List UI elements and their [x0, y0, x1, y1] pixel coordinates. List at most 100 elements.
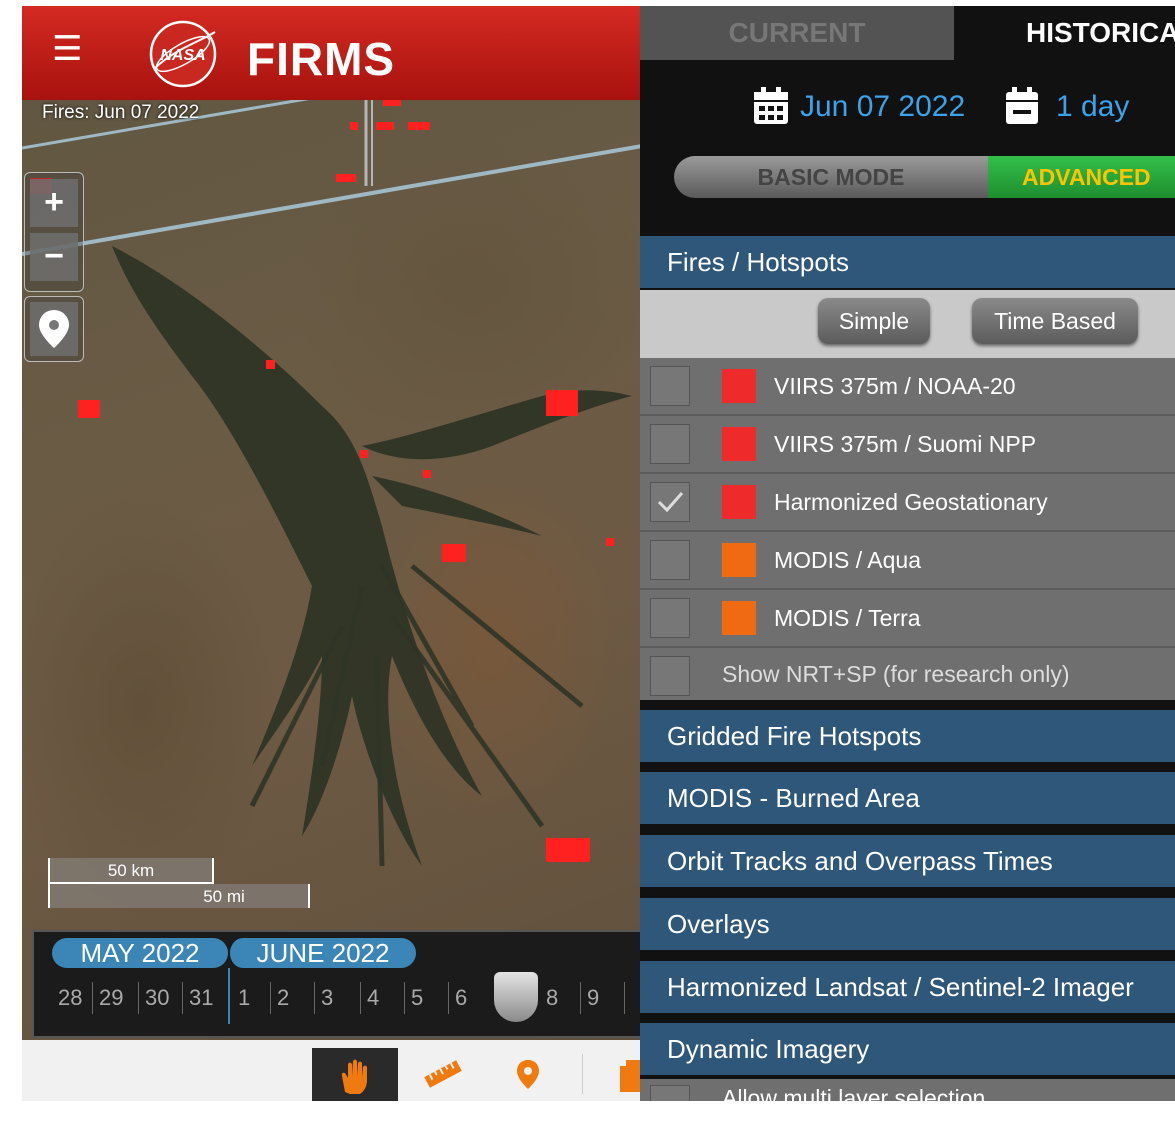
map-pin-icon — [39, 310, 69, 348]
section-overlays[interactable]: Overlays — [640, 898, 1175, 950]
zoom-in-button[interactable]: + — [30, 179, 78, 227]
section-orbit-tracks[interactable]: Orbit Tracks and Overpass Times — [640, 835, 1175, 887]
month-june[interactable]: JUNE 2022 — [228, 938, 416, 968]
section-burned-area[interactable]: MODIS - Burned Area — [640, 772, 1175, 824]
basic-mode-option[interactable]: BASIC MODE — [674, 156, 988, 198]
section-gridded-hotspots[interactable]: Gridded Fire Hotspots — [640, 710, 1175, 762]
month-may[interactable]: MAY 2022 — [52, 938, 228, 968]
timeline-day[interactable]: 6 — [448, 982, 467, 1014]
color-swatch — [722, 601, 756, 635]
timeline-day[interactable]: 29 — [92, 982, 123, 1014]
layers-tool-button[interactable] — [602, 1048, 642, 1100]
layer-label: Harmonized Geostationary — [774, 489, 1048, 515]
simple-button[interactable]: Simple — [818, 298, 930, 344]
checkmark-icon — [657, 492, 684, 513]
fire-display-toggle: Simple Time Based — [640, 290, 1175, 358]
timeline-day[interactable]: 2 — [270, 982, 289, 1014]
layer-checkbox[interactable] — [650, 424, 690, 464]
fire-hotspot[interactable] — [546, 838, 590, 862]
multi-layer-row[interactable]: Allow multi layer selection — [640, 1079, 1175, 1101]
section-fires-hotspots[interactable]: Fires / Hotspots — [640, 236, 1175, 288]
time-based-button[interactable]: Time Based — [972, 298, 1138, 344]
fire-hotspot[interactable] — [606, 538, 614, 546]
fire-hotspot[interactable] — [360, 450, 368, 458]
layer-row-harmonized-geo[interactable]: Harmonized Geostationary — [640, 474, 1175, 532]
zoom-control: + − — [24, 172, 84, 292]
locate-control — [24, 296, 84, 362]
layer-label: MODIS / Aqua — [774, 547, 922, 573]
timeline-day[interactable]: 5 — [404, 982, 423, 1014]
tab-current[interactable]: CURRENT — [640, 6, 954, 60]
timeline-day[interactable]: 4 — [360, 982, 379, 1014]
range-value: 1 day — [1056, 90, 1130, 123]
nasa-logo: NASA — [149, 20, 217, 88]
fire-hotspot[interactable] — [350, 122, 358, 130]
fire-hotspot[interactable] — [266, 360, 275, 369]
fire-hotspot[interactable] — [336, 174, 356, 182]
layer-checkbox[interactable] — [650, 598, 690, 638]
pin-tool-button[interactable] — [502, 1048, 554, 1100]
mode-toggle[interactable]: BASIC MODE ADVANCED — [674, 156, 1175, 198]
color-swatch — [722, 369, 756, 403]
fire-hotspot[interactable] — [442, 544, 466, 562]
fires-date-label: Fires: Jun 07 2022 — [42, 102, 200, 123]
menu-icon[interactable]: ☰ — [52, 32, 84, 66]
multi-layer-label: Allow multi layer selection — [722, 1085, 986, 1101]
fire-hotspot[interactable] — [423, 470, 431, 478]
calendar-icon — [754, 87, 788, 124]
section-dynamic-imagery[interactable]: Dynamic Imagery — [640, 1023, 1175, 1075]
date-value: Jun 07 2022 — [800, 90, 966, 123]
timeline-day[interactable]: 28 — [52, 982, 82, 1014]
zoom-out-button[interactable]: − — [30, 233, 78, 281]
location-pin-icon — [517, 1060, 539, 1089]
fire-hotspot[interactable] — [78, 400, 100, 418]
timeline-day[interactable]: 30 — [138, 982, 169, 1014]
timeline-day[interactable]: 31 — [182, 982, 213, 1014]
toolbar-divider — [582, 1054, 583, 1094]
app-header: ☰ NASA FIRMS — [22, 6, 642, 100]
layer-checkbox[interactable] — [650, 540, 690, 580]
layer-row-viirs-snpp[interactable]: VIIRS 375m / Suomi NPP — [640, 416, 1175, 474]
timeline[interactable]: MAY 2022 JUNE 2022 28 29 30 31 1 2 3 4 5… — [32, 930, 642, 1038]
fire-hotspot[interactable] — [376, 122, 394, 130]
locate-button[interactable] — [30, 302, 78, 356]
scale-mi: 50 mi — [48, 884, 310, 908]
color-swatch — [722, 485, 756, 519]
section-landsat[interactable]: Harmonized Landsat / Sentinel-2 Imager — [640, 961, 1175, 1013]
copy-icon — [620, 1060, 642, 1092]
layer-label: VIIRS 375m / Suomi NPP — [774, 431, 1037, 457]
layer-label: VIIRS 375m / NOAA-20 — [774, 373, 1016, 399]
layer-panel: CURRENT HISTORICA Jun 07 2022 1 day BASI… — [640, 6, 1175, 1101]
multi-layer-checkbox[interactable] — [650, 1085, 690, 1101]
timeline-day[interactable]: 9 — [580, 982, 599, 1014]
scale-km: 50 km — [48, 858, 214, 884]
pan-tool-button[interactable] — [312, 1048, 398, 1101]
month-divider — [228, 968, 230, 1024]
color-swatch — [722, 427, 756, 461]
timeline-day[interactable]: 1 — [232, 982, 250, 1014]
map-toolbar — [22, 1040, 642, 1101]
brand-title: FIRMS — [247, 33, 396, 85]
layer-row-viirs-noaa20[interactable]: VIIRS 375m / NOAA-20 — [640, 358, 1175, 416]
ruler-icon — [424, 1060, 462, 1088]
tab-historical[interactable]: HISTORICA — [954, 6, 1175, 60]
fire-hotspot[interactable] — [546, 390, 578, 416]
fire-hotspot[interactable] — [408, 122, 430, 130]
color-swatch — [722, 543, 756, 577]
ruler-tool-button[interactable] — [417, 1048, 469, 1100]
svg-text:NASA: NASA — [160, 47, 205, 64]
timeline-slider-handle[interactable] — [494, 972, 538, 1022]
research-label: Show NRT+SP (for research only) — [722, 661, 1070, 687]
fire-hotspot[interactable] — [383, 100, 401, 106]
layer-row-modis-aqua[interactable]: MODIS / Aqua — [640, 532, 1175, 590]
timeline-day[interactable]: 3 — [314, 982, 333, 1014]
advanced-mode-option[interactable]: ADVANCED — [988, 156, 1175, 198]
hand-icon — [341, 1059, 367, 1094]
research-checkbox[interactable] — [650, 656, 690, 696]
timeline-day[interactable]: 8 — [540, 982, 558, 1014]
layer-row-research[interactable]: Show NRT+SP (for research only) — [640, 648, 1175, 700]
layer-checkbox[interactable] — [650, 366, 690, 406]
layer-row-modis-terra[interactable]: MODIS / Terra — [640, 590, 1175, 648]
timeline-day-partial[interactable] — [624, 982, 631, 1014]
layer-checkbox-checked[interactable] — [650, 482, 690, 522]
